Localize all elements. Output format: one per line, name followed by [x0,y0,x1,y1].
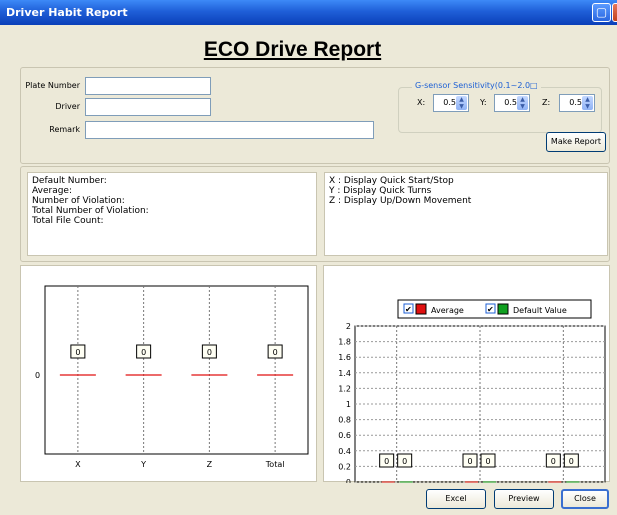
data-label: 0 [207,348,212,357]
violation-chart-panel: 0 0 X 0 Y 0 Z 0 Total [20,265,317,482]
plot-area [44,285,309,455]
remark-label: Remark [49,125,80,134]
sensitivity-x-label: X: [417,98,426,107]
y-tick-label: 2 [346,322,351,331]
y-tick-label: 1.6 [338,353,351,362]
sensitivity-y-value: 0.5 [504,98,517,107]
window-title: Driver Habit Report [6,6,128,19]
average-default-chart: 00.20.40.60.811.21.41.61.82X00Y00Z00✔Ave… [338,299,606,496]
axis-legend-y: Y : Display Quick Turns [329,186,432,196]
y-tick-label: 1.2 [338,384,351,393]
preview-button[interactable]: Preview [494,489,554,509]
legend-swatch [497,303,509,315]
sensitivity-z-label: Z: [542,98,551,107]
x-tick-label: Y [140,460,146,469]
axis-legend-x: X : Display Quick Start/Stop [329,176,454,186]
data-label: 0 [75,348,80,357]
plate-number-label: Plate Number [25,81,80,90]
driver-input[interactable] [85,98,211,116]
summary-default-number: Default Number: [32,176,107,186]
data-label: 0 [551,457,556,466]
sensitivity-x-value: 0.5 [443,98,456,107]
summary-average: Average: [32,186,72,196]
sensitivity-x-spinner[interactable]: 0.5 ▲ ▼ [433,94,469,112]
data-label: 0 [273,348,278,357]
summary-box: Default Number: Average: Number of Viola… [27,172,317,256]
data-label: 0 [141,348,146,357]
axis-legend-box: X : Display Quick Start/Stop Y : Display… [324,172,608,256]
sensitivity-z-spinner[interactable]: 0.5 ▲ ▼ [559,94,595,112]
average-chart-panel: 00.20.40.60.811.21.41.61.82X00Y00Z00✔Ave… [323,265,610,496]
y-tick-label: 0 [35,371,40,380]
checkmark-icon: ✔ [487,305,494,314]
y-tick-label: 0 [346,478,351,483]
client-area: ECO Drive Report Plate Number Driver Rem… [0,25,617,515]
legend-label: Default Value [513,306,567,315]
close-button[interactable]: Close [561,489,609,509]
x-tick-label: Z [207,460,213,469]
data-label: 0 [569,457,574,466]
spinner-arrows-icon[interactable]: ▲ ▼ [456,96,467,110]
y-tick-label: 0.6 [338,431,351,440]
close-window-button[interactable]: ✕ [612,3,617,22]
sensitivity-title: G-sensor Sensitivity(0.1~2.0□ [412,81,541,90]
legend-swatch [415,303,427,315]
sensitivity-z-value: 0.5 [569,98,582,107]
make-report-button[interactable]: Make Report [546,132,606,152]
excel-button[interactable]: Excel [426,489,486,509]
data-label: 0 [467,457,472,466]
axis-legend-z: Z : Display Up/Down Movement [329,196,472,206]
driver-label: Driver [55,102,80,111]
y-tick-label: 0.2 [338,462,351,471]
violation-chart: 0 0 X 0 Y 0 Z 0 Total [35,285,309,469]
y-tick-label: 0.8 [338,416,351,425]
sensitivity-y-spinner[interactable]: 0.5 ▲ ▼ [494,94,530,112]
data-label: 0 [402,457,407,466]
maximize-button[interactable]: ▢ [592,3,611,22]
spinner-arrows-icon[interactable]: ▲ ▼ [582,96,593,110]
x-tick-label: X [75,460,81,469]
plate-number-input[interactable] [85,77,211,95]
data-label: 0 [485,457,490,466]
checkmark-icon: ✔ [405,305,412,314]
y-tick-label: 0.4 [338,447,351,456]
sensitivity-y-label: Y: [480,98,487,107]
y-tick-label: 1 [346,400,351,409]
remark-input[interactable] [85,121,374,139]
y-tick-label: 1.8 [338,338,351,347]
spinner-arrows-icon[interactable]: ▲ ▼ [517,96,528,110]
legend-label: Average [431,306,464,315]
data-label: 0 [384,457,389,466]
y-tick-label: 1.4 [338,369,351,378]
title-bar: Driver Habit Report ▢ ✕ [0,0,617,25]
summary-total-number-of-violation: Total Number of Violation: [32,206,149,216]
summary-number-of-violation: Number of Violation: [32,196,125,206]
x-tick-label: Total [265,460,285,469]
page-title: ECO Drive Report [203,38,382,61]
summary-total-file-count: Total File Count: [32,216,104,226]
